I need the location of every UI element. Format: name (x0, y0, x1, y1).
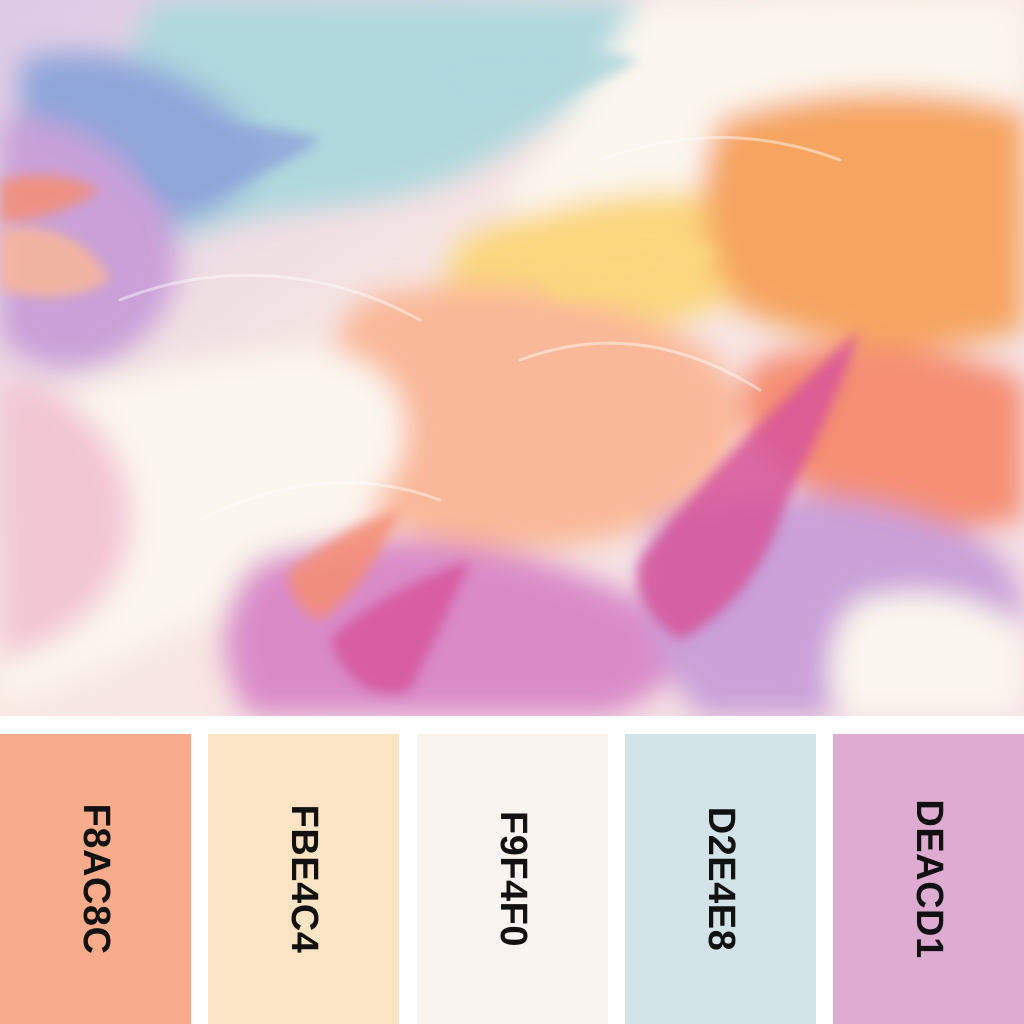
swatch-1: F8AC8C (0, 734, 191, 1024)
swatch-5-hex-label: DEACD1 (907, 799, 950, 959)
color-palette: F8AC8C FBE4C4 F9F4F0 D2E4E8 DEACD1 (0, 734, 1024, 1024)
swatch-2-hex-label: FBE4C4 (282, 804, 325, 954)
swatch-3: F9F4F0 (417, 734, 608, 1024)
swatch-1-hex-label: F8AC8C (74, 803, 117, 955)
cream-bottom-right (829, 591, 1024, 716)
swatch-4-hex-label: D2E4E8 (699, 806, 742, 952)
swatch-2: FBE4C4 (208, 734, 399, 1024)
swatch-5: DEACD1 (833, 734, 1024, 1024)
abstract-watercolor-artwork (0, 0, 1024, 716)
apricot-band (702, 92, 1024, 348)
swatch-3-hex-label: F9F4F0 (491, 810, 534, 948)
swatch-4: D2E4E8 (625, 734, 816, 1024)
